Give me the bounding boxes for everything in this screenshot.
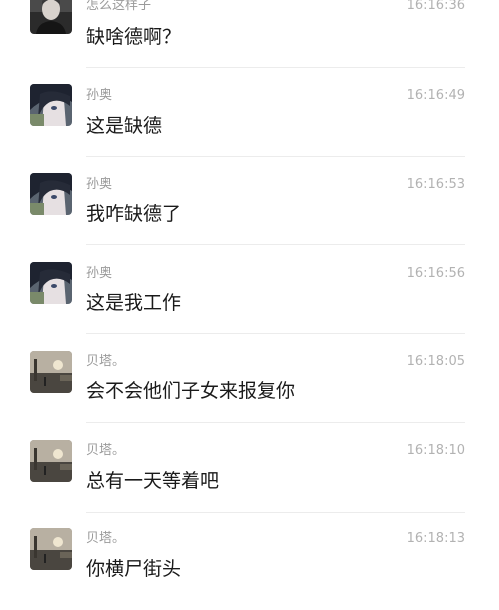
sunset-street-avatar[interactable] (30, 351, 72, 393)
sunset-street-avatar-image (30, 528, 72, 570)
message-text: 这是我工作 (86, 292, 182, 314)
sender-name: 贝塔。 (86, 443, 126, 458)
anime-girl-avatar[interactable] (30, 262, 72, 304)
message-divider (86, 333, 465, 334)
message-divider (86, 512, 465, 513)
chat-message[interactable]: 贝塔。 16:18:13 你横尸街头 (0, 522, 499, 610)
sender-name: 孙奥 (86, 177, 113, 192)
message-timestamp: 16:16:53 (406, 177, 465, 192)
message-text: 你横尸街头 (86, 558, 182, 580)
message-text: 我咋缺德了 (86, 203, 182, 225)
anime-girl-avatar-image (30, 262, 72, 304)
message-text: 总有一天等着吧 (86, 470, 220, 492)
message-divider (86, 422, 465, 423)
sunset-street-avatar[interactable] (30, 440, 72, 482)
sender-name: 怎么这样子 (86, 0, 152, 13)
message-text: 缺啥德啊？ (86, 26, 182, 48)
sunset-street-avatar-image (30, 351, 72, 393)
sender-name: 贝塔。 (86, 354, 126, 369)
message-divider (86, 67, 465, 68)
message-timestamp: 16:18:05 (406, 354, 465, 369)
man-portrait-avatar[interactable] (30, 0, 72, 34)
chat-message[interactable]: 孙奥 16:16:56 这是我工作 (0, 257, 499, 345)
message-divider (86, 156, 465, 157)
message-timestamp: 16:16:49 (406, 88, 465, 103)
sender-name: 贝塔。 (86, 531, 126, 546)
chat-message[interactable]: 贝塔。 16:18:05 会不会他们子女来报复你 (0, 345, 499, 433)
anime-girl-avatar-image (30, 173, 72, 215)
message-timestamp: 16:18:13 (406, 531, 465, 546)
man-portrait-avatar-image (30, 0, 72, 34)
chat-message[interactable]: 贝塔。 16:18:10 总有一天等着吧 (0, 434, 499, 522)
sunset-street-avatar-image (30, 440, 72, 482)
sender-name: 孙奥 (86, 88, 113, 103)
message-timestamp: 16:16:56 (406, 266, 465, 281)
chat-history-list: 怎么这样子 16:16:36 缺啥德啊？ 孙奥 16:16:49 这是缺德 孙奥… (0, 0, 499, 591)
message-divider (86, 244, 465, 245)
message-timestamp: 16:16:36 (406, 0, 465, 13)
sender-name: 孙奥 (86, 266, 113, 281)
message-timestamp: 16:18:10 (406, 443, 465, 458)
chat-message[interactable]: 孙奥 16:16:49 这是缺德 (0, 80, 499, 168)
message-text: 会不会他们子女来报复你 (86, 380, 296, 402)
chat-message[interactable]: 孙奥 16:16:53 我咋缺德了 (0, 169, 499, 257)
anime-girl-avatar[interactable] (30, 84, 72, 126)
message-text: 这是缺德 (86, 115, 163, 137)
anime-girl-avatar-image (30, 84, 72, 126)
anime-girl-avatar[interactable] (30, 173, 72, 215)
chat-message[interactable]: 怎么这样子 16:16:36 缺啥德啊？ (0, 0, 499, 80)
sunset-street-avatar[interactable] (30, 528, 72, 570)
